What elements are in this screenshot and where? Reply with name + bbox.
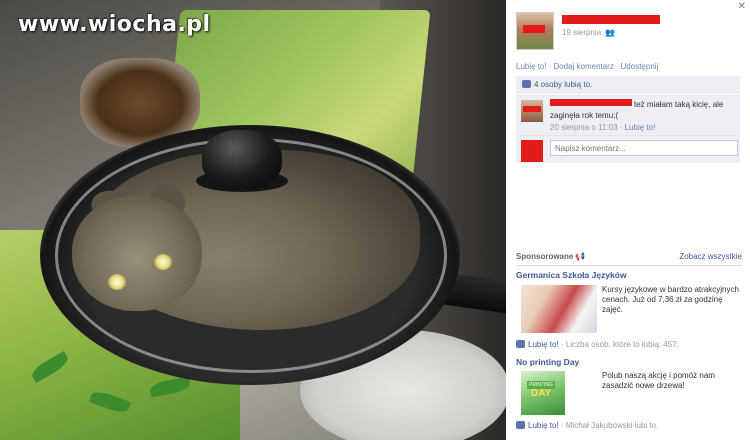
commenter-avatar[interactable] xyxy=(521,100,543,122)
comment: też miałam taką kicię, ale zaginęła rok … xyxy=(516,95,740,135)
separator: · xyxy=(615,62,619,71)
current-user-avatar-redacted xyxy=(521,140,543,162)
likes-summary-text[interactable]: 4 osoby lubią to. xyxy=(534,80,592,89)
ad-no-printing-day: No printing Day PRINTING DAY Polub naszą… xyxy=(516,357,742,430)
megaphone-icon: 📢 xyxy=(575,252,586,261)
post-actions: Lubię to! · Dodaj komentarz · Udostępnij xyxy=(516,62,658,71)
thumbs-up-icon xyxy=(522,80,531,88)
lid-knob xyxy=(202,130,282,190)
thumbs-up-icon xyxy=(516,340,525,348)
post-date-text: 19 sierpnia xyxy=(562,28,602,37)
ad-text: Polub naszą akcję i pomóż nam zasadzić n… xyxy=(602,371,715,390)
post-sidebar: ✕ 19 sierpnia 👥 Lubię to! · Dodaj komentar… xyxy=(506,0,750,440)
ad-image[interactable] xyxy=(521,285,597,333)
ad-image-text: DAY xyxy=(531,388,552,399)
redaction-bar xyxy=(523,106,541,112)
ad-like-meta: Michał Jakubowski lubi to. xyxy=(565,421,659,430)
author-name-redacted[interactable] xyxy=(562,15,660,24)
sponsored-header: Sponsorowane 📢 Zobacz wszystkie xyxy=(516,252,742,261)
divider xyxy=(516,265,742,266)
ad-title[interactable]: No printing Day xyxy=(516,357,742,367)
post-date: 19 sierpnia 👥 xyxy=(562,28,615,37)
sponsored-title: Sponsorowane xyxy=(516,252,574,261)
like-link[interactable]: Lubię to! xyxy=(516,62,547,71)
ad-like-count: Liczba osób, które to lubią: 457. xyxy=(565,340,679,349)
comment-input[interactable] xyxy=(550,140,738,156)
ad-image[interactable]: PRINTING DAY xyxy=(521,371,565,415)
audience-icon[interactable]: 👥 xyxy=(605,28,615,37)
author-avatar[interactable] xyxy=(516,12,554,50)
ad-title[interactable]: Germanica Szkoła Języków xyxy=(516,270,742,280)
ad-text: Kursy językowe w bardzo atrakcyjnych cen… xyxy=(602,285,739,314)
comment-meta: 20 sierpnia o 11:03 · Lubię to! xyxy=(550,123,655,132)
ad-like-row: Lubię to! · Michał Jakubowski lubi to. xyxy=(516,421,658,430)
ad-like-button[interactable]: Lubię to! xyxy=(528,340,559,349)
redaction-bar xyxy=(523,25,545,33)
ad-like-button[interactable]: Lubię to! xyxy=(528,421,559,430)
comment-text: też miałam taką kicię, ale zaginęła rok … xyxy=(550,100,724,120)
write-comment-box xyxy=(516,135,740,163)
see-all-link[interactable]: Zobacz wszystkie xyxy=(679,252,742,261)
likes-summary[interactable]: 4 osoby lubią to. xyxy=(516,76,740,94)
ad-germanica: Germanica Szkoła Języków Kursy językowe … xyxy=(516,270,742,349)
ad-like-row: Lubię to! · Liczba osób, które to lubią:… xyxy=(516,340,679,349)
close-icon[interactable]: ✕ xyxy=(738,1,746,12)
comment-like-link[interactable]: Lubię to! xyxy=(625,123,656,132)
site-watermark: www.wiocha.pl xyxy=(18,12,211,37)
add-comment-link[interactable]: Dodaj komentarz xyxy=(553,62,613,71)
share-link[interactable]: Udostępnij xyxy=(621,62,659,71)
post-photo[interactable]: www.wiocha.pl xyxy=(0,0,506,440)
separator: · xyxy=(548,62,552,71)
comment-date: 20 sierpnia o 11:03 xyxy=(550,123,618,132)
thumbs-up-icon xyxy=(516,421,525,429)
